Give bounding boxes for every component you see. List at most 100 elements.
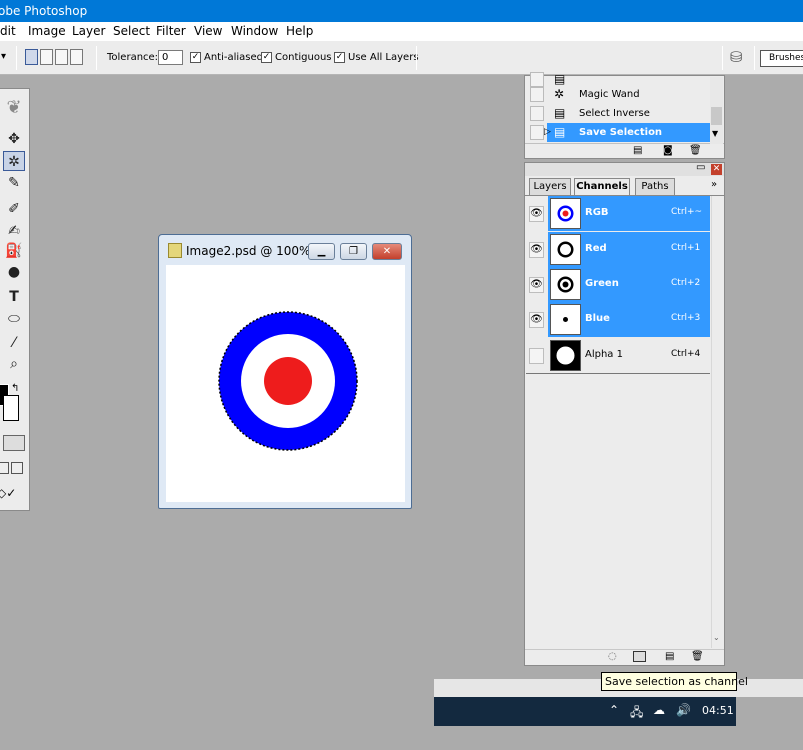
standard-screen-mode-icon[interactable] xyxy=(0,462,9,474)
paint-bucket-tool-icon[interactable]: ⛽ xyxy=(3,241,25,261)
type-tool-icon[interactable]: T xyxy=(3,287,25,307)
history-scroll-thumb[interactable] xyxy=(711,107,722,125)
load-channel-as-selection-icon[interactable]: ◌ xyxy=(608,651,617,662)
channel-thumbnail xyxy=(550,234,581,265)
brushes-palette-tab[interactable]: Brushes xyxy=(760,50,803,67)
palette-well-icon[interactable]: ⛁ xyxy=(730,48,743,66)
channel-row-alpha-1[interactable]: Alpha 1 Ctrl+4 xyxy=(526,338,710,373)
contiguous-checkbox[interactable]: ✓ xyxy=(261,52,272,63)
history-brush-tool-icon[interactable]: ✍ xyxy=(3,221,25,241)
channel-name: Green xyxy=(585,278,619,289)
menu-filter[interactable]: Filter xyxy=(156,22,186,41)
new-document-from-state-icon[interactable]: ▤ xyxy=(633,145,642,156)
options-separator xyxy=(754,46,755,70)
new-selection-mode-button[interactable] xyxy=(25,49,38,65)
use-all-layers-checkbox[interactable]: ✓ xyxy=(334,52,345,63)
brush-tool-icon[interactable]: ✐ xyxy=(3,199,25,219)
minimize-button[interactable]: ▁ xyxy=(308,243,335,260)
volume-icon[interactable]: 🔊 xyxy=(676,703,691,717)
new-channel-icon[interactable]: ▤ xyxy=(665,651,674,662)
tool-preset-arrow-icon[interactable]: ▾ xyxy=(1,51,6,62)
eyedropper-tool-icon[interactable]: ⁄ xyxy=(3,333,25,353)
add-selection-mode-button[interactable] xyxy=(40,49,53,65)
background-color-swatch[interactable] xyxy=(3,395,19,421)
tab-layers[interactable]: Layers xyxy=(529,178,571,195)
magic-wand-tool-icon[interactable]: ✲ xyxy=(3,151,25,171)
close-button[interactable]: ✕ xyxy=(372,243,402,260)
history-state-icon: ▤ xyxy=(554,106,566,120)
target-roundel-image xyxy=(218,311,358,451)
system-taskbar: ⌃ 🖧 ☁ 🔊 04:51 xyxy=(434,697,736,726)
channel-row-green[interactable]: 👁 Green Ctrl+2 xyxy=(526,267,710,302)
subtract-selection-mode-button[interactable] xyxy=(55,49,68,65)
menu-image[interactable]: Image xyxy=(28,22,66,41)
history-row-magic-wand[interactable]: ✲ Magic Wand xyxy=(525,85,710,104)
channel-list-divider xyxy=(526,373,710,374)
history-row-select-inverse[interactable]: ▤ Select Inverse xyxy=(525,104,710,123)
intersect-selection-mode-button[interactable] xyxy=(70,49,83,65)
restore-button[interactable]: ❐ xyxy=(340,243,367,260)
psd-file-icon xyxy=(168,243,182,258)
anti-aliased-checkbox[interactable]: ✓ xyxy=(190,52,201,63)
system-clock[interactable]: 04:51 xyxy=(702,704,734,717)
tolerance-label: Tolerance: xyxy=(107,52,159,63)
menu-select[interactable]: Select xyxy=(113,22,150,41)
history-row-save-selection[interactable]: ▷ ▤ Save Selection xyxy=(525,123,710,142)
menu-view[interactable]: View xyxy=(194,22,222,41)
channels-footer: ◌ ▤ 🗑 xyxy=(525,649,724,665)
zoom-tool-icon[interactable]: ⌕ xyxy=(3,354,25,374)
delete-state-icon[interactable]: 🗑 xyxy=(689,145,702,156)
magic-wand-icon: ✲ xyxy=(554,87,565,101)
channel-shortcut: Ctrl+~ xyxy=(671,207,703,217)
tab-channels[interactable]: Channels xyxy=(574,178,630,196)
channel-row-rgb[interactable]: 👁 RGB Ctrl+~ xyxy=(526,196,710,231)
menu-help[interactable]: Help xyxy=(286,22,313,41)
menu-layer[interactable]: Layer xyxy=(72,22,105,41)
visibility-checkbox[interactable] xyxy=(529,348,544,364)
snapshot-checkbox[interactable] xyxy=(530,125,544,140)
history-scrollbar[interactable]: ▼ xyxy=(710,77,723,144)
scroll-down-arrow-icon[interactable]: ⌄ xyxy=(713,633,720,642)
jump-to-imageready-icon[interactable]: ◇✓ xyxy=(0,486,16,500)
menu-bar: dit Image Layer Select Filter View Windo… xyxy=(0,22,803,41)
scroll-down-arrow-icon[interactable]: ▼ xyxy=(712,129,718,138)
channel-name: Blue xyxy=(585,313,610,324)
tab-paths[interactable]: Paths xyxy=(635,178,675,195)
channel-row-blue[interactable]: 👁 Blue Ctrl+3 xyxy=(526,302,710,337)
snapshot-checkbox[interactable] xyxy=(530,106,544,121)
channels-scrollbar[interactable]: ⌄ xyxy=(711,196,723,648)
show-hidden-icons-icon[interactable]: ⌃ xyxy=(609,703,619,717)
menu-edit[interactable]: dit xyxy=(0,22,16,41)
history-label: Save Selection xyxy=(579,127,663,138)
full-screen-mode-icon[interactable] xyxy=(11,462,23,474)
menu-window[interactable]: Window xyxy=(231,22,278,41)
document-canvas[interactable] xyxy=(166,265,405,502)
panel-menu-icon[interactable]: » xyxy=(711,179,717,190)
new-snapshot-icon[interactable]: ◙ xyxy=(663,145,673,156)
channel-row-red[interactable]: 👁 Red Ctrl+1 xyxy=(526,232,710,267)
onedrive-cloud-icon[interactable]: ☁ xyxy=(653,703,665,717)
layers-channels-panel: ▭ ✕ Layers Channels Paths » 👁 RGB Ctrl+~… xyxy=(524,162,725,666)
swap-colors-icon[interactable]: ↰ xyxy=(11,383,19,394)
eye-icon[interactable]: 👁 xyxy=(529,206,544,222)
panel-header: ▭ ✕ xyxy=(525,162,724,176)
snapshot-checkbox[interactable] xyxy=(530,87,544,102)
eye-icon[interactable]: 👁 xyxy=(529,277,544,293)
anti-aliased-label: Anti-aliased xyxy=(204,52,264,63)
minimize-panel-icon[interactable]: ▭ xyxy=(696,162,705,173)
delete-channel-icon[interactable]: 🗑 xyxy=(691,651,704,662)
close-panel-icon[interactable]: ✕ xyxy=(711,164,722,175)
quick-mask-mode-icon[interactable] xyxy=(3,435,25,451)
ellipse-tool-icon[interactable]: ⬭ xyxy=(3,309,25,329)
history-footer: ▤ ◙ 🗑 xyxy=(525,143,724,159)
healing-brush-tool-icon[interactable]: ✎ xyxy=(3,173,25,193)
tolerance-input[interactable]: 0 xyxy=(158,50,183,65)
network-icon[interactable]: 🖧 xyxy=(630,703,643,724)
dodge-tool-icon[interactable]: ● xyxy=(3,262,25,282)
eye-icon[interactable]: 👁 xyxy=(529,242,544,258)
channel-name: Alpha 1 xyxy=(585,349,623,360)
eye-icon[interactable]: 👁 xyxy=(529,312,544,328)
adobe-feather-logo: ❦ xyxy=(6,97,22,118)
move-tool-icon[interactable]: ✥ xyxy=(3,129,25,149)
save-selection-as-channel-icon[interactable] xyxy=(633,651,646,662)
